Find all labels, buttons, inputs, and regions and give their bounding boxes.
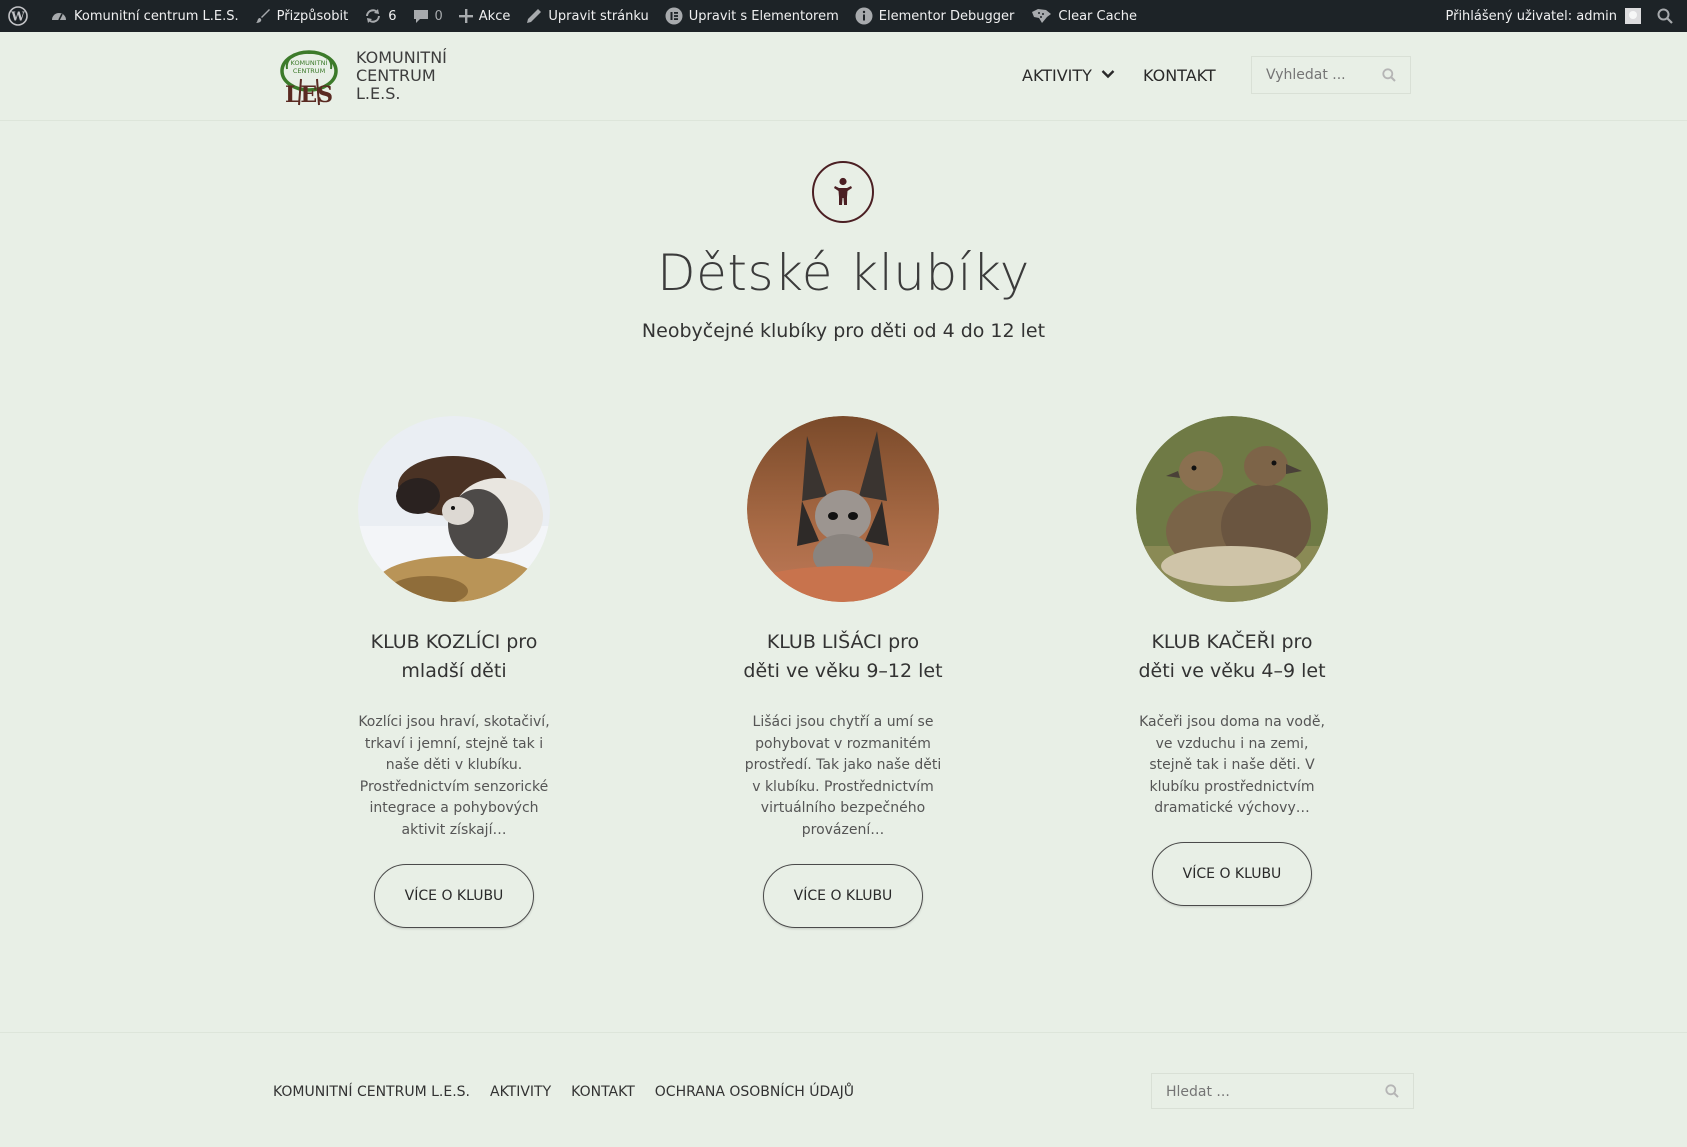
brush-icon: [255, 9, 270, 23]
club-card-title-line: KLUB KAČEŘI pro: [1151, 631, 1313, 653]
edit-elementor-button[interactable]: Upravit s Elementorem: [657, 0, 847, 32]
chevron-down-icon[interactable]: [1101, 69, 1115, 79]
wordpress-logo-button[interactable]: W: [0, 0, 42, 32]
refresh-icon: [366, 9, 381, 23]
updates-count: 6: [388, 8, 397, 24]
clear-cache-label: Clear Cache: [1058, 8, 1137, 24]
footer-link-kontakt[interactable]: KONTAKT: [571, 1084, 635, 1100]
admin-search-button[interactable]: [1649, 0, 1687, 32]
page-title: Dětské klubíky: [657, 244, 1030, 302]
avatar: [1625, 8, 1641, 24]
club-card-description: Lišáci jsou chytří a umí se pohybovat v …: [744, 714, 942, 838]
footer-link-aktivity[interactable]: AKTIVITY: [490, 1084, 551, 1100]
search-icon[interactable]: [1385, 1084, 1399, 1098]
plus-icon: [458, 9, 473, 23]
child-icon: [834, 177, 852, 205]
user-account-button[interactable]: Přihlášený uživatel: admin: [1437, 0, 1649, 32]
ducklings-image: [1136, 416, 1328, 602]
footer-search[interactable]: [1151, 1073, 1414, 1109]
goats-in-snow-image: [358, 416, 550, 602]
search-icon[interactable]: [1382, 68, 1396, 82]
footer-link-privacy[interactable]: OCHRANA OSOBNÍCH ÚDAJŮ: [655, 1084, 854, 1100]
comments-button[interactable]: 0: [405, 0, 451, 32]
club-card-title-line: děti ve věku 9–12 let: [743, 660, 943, 682]
customize-label: Přizpůsobit: [276, 8, 349, 24]
edit-elementor-label: Upravit s Elementorem: [688, 8, 839, 24]
club-card-title-line: mladší děti: [401, 660, 507, 682]
site-name-button[interactable]: Komunitní centrum L.E.S.: [42, 0, 247, 32]
elementor-debugger-button[interactable]: Elementor Debugger: [847, 0, 1023, 32]
club-card-title-line: děti ve věku 4–9 let: [1138, 660, 1326, 682]
svg-text:KOMUNITNÍ: KOMUNITNÍ: [291, 58, 328, 67]
site-title-line: L.E.S.: [356, 84, 401, 103]
user-label: Přihlášený uživatel: admin: [1445, 8, 1617, 24]
more-about-club-button[interactable]: VÍCE O KLUBU: [374, 863, 534, 928]
clear-cache-button[interactable]: Clear Cache: [1022, 0, 1145, 32]
elementor-icon: [665, 7, 683, 25]
wordpress-icon: W: [8, 6, 28, 26]
admin-bar: W Komunitní centrum L.E.S. Přizpůsobit 6…: [0, 0, 1687, 32]
club-card-description: Kozlíci jsou hraví, skotačiví, trkaví i …: [358, 714, 550, 838]
updates-button[interactable]: 6: [356, 0, 404, 32]
site-name-label: Komunitní centrum L.E.S.: [74, 8, 239, 24]
info-icon: [855, 7, 873, 25]
new-content-button[interactable]: Akce: [451, 0, 519, 32]
customize-button[interactable]: Přizpůsobit: [247, 0, 357, 32]
footer-menu: KOMUNITNÍ CENTRUM L.E.S. AKTIVITY KONTAK…: [273, 1084, 874, 1100]
more-about-club-button[interactable]: VÍCE O KLUBU: [1152, 841, 1312, 906]
club-card-kozlici: KLUB KOZLÍCI pro mladší děti Kozlíci jso…: [339, 416, 569, 928]
club-card-title-line: KLUB KOZLÍCI pro: [370, 631, 538, 653]
pencil-icon: [527, 9, 542, 23]
comments-count: 0: [434, 8, 443, 24]
site-logo[interactable]: KOMUNITNÍ CENTRUM LES: [279, 49, 339, 106]
more-about-club-button[interactable]: VÍCE O KLUBU: [763, 863, 923, 928]
site-title[interactable]: KOMUNITNÍ CENTRUM L.E.S.: [356, 49, 447, 103]
comment-icon: [413, 10, 428, 23]
elementor-debugger-label: Elementor Debugger: [878, 8, 1015, 24]
club-card-title: KLUB LIŠÁCI pro děti ve věku 9–12 let: [728, 628, 958, 686]
club-card-description: Kačeři jsou doma na vodě, ve vzduchu i n…: [1139, 714, 1325, 817]
site-title-line: CENTRUM: [356, 66, 436, 85]
svg-text:CENTRUM: CENTRUM: [293, 67, 325, 75]
page-subtitle: Neobyčejné klubíky pro děti od 4 do 12 l…: [641, 320, 1046, 342]
new-content-label: Akce: [478, 8, 511, 24]
edit-page-label: Upravit stránku: [548, 8, 649, 24]
site-footer: KOMUNITNÍ CENTRUM L.E.S. AKTIVITY KONTAK…: [0, 1032, 1687, 1147]
club-card-kaceri: KLUB KAČEŘI pro děti ve věku 4–9 let Kač…: [1117, 416, 1347, 906]
site-header: KOMUNITNÍ CENTRUM LES KOMUNITNÍ CENTRUM …: [0, 32, 1687, 121]
header-search-input[interactable]: [1264, 66, 1378, 84]
svg-text:LES: LES: [285, 82, 333, 106]
footer-link-home[interactable]: KOMUNITNÍ CENTRUM L.E.S.: [273, 1084, 470, 1100]
cheetah-icon: [1032, 9, 1052, 23]
club-card-title: KLUB KOZLÍCI pro mladší děti: [339, 628, 569, 686]
search-icon: [1657, 8, 1673, 24]
child-icon-badge: [812, 161, 874, 223]
club-card-title: KLUB KAČEŘI pro děti ve věku 4–9 let: [1117, 628, 1347, 686]
svg-text:W: W: [10, 10, 25, 24]
club-card-lisaci: KLUB LIŠÁCI pro děti ve věku 9–12 let Li…: [728, 416, 958, 928]
dashboard-icon: [52, 13, 66, 21]
club-card-title-line: KLUB LIŠÁCI pro: [766, 631, 920, 653]
nav-kontakt[interactable]: KONTAKT: [1143, 66, 1216, 85]
header-search[interactable]: [1251, 56, 1411, 94]
edit-page-button[interactable]: Upravit stránku: [518, 0, 656, 32]
site-title-line: KOMUNITNÍ: [356, 48, 447, 67]
bat-eared-foxes-image: [747, 416, 939, 602]
footer-search-input[interactable]: [1164, 1083, 1278, 1101]
nav-aktivity[interactable]: AKTIVITY: [1022, 66, 1092, 85]
